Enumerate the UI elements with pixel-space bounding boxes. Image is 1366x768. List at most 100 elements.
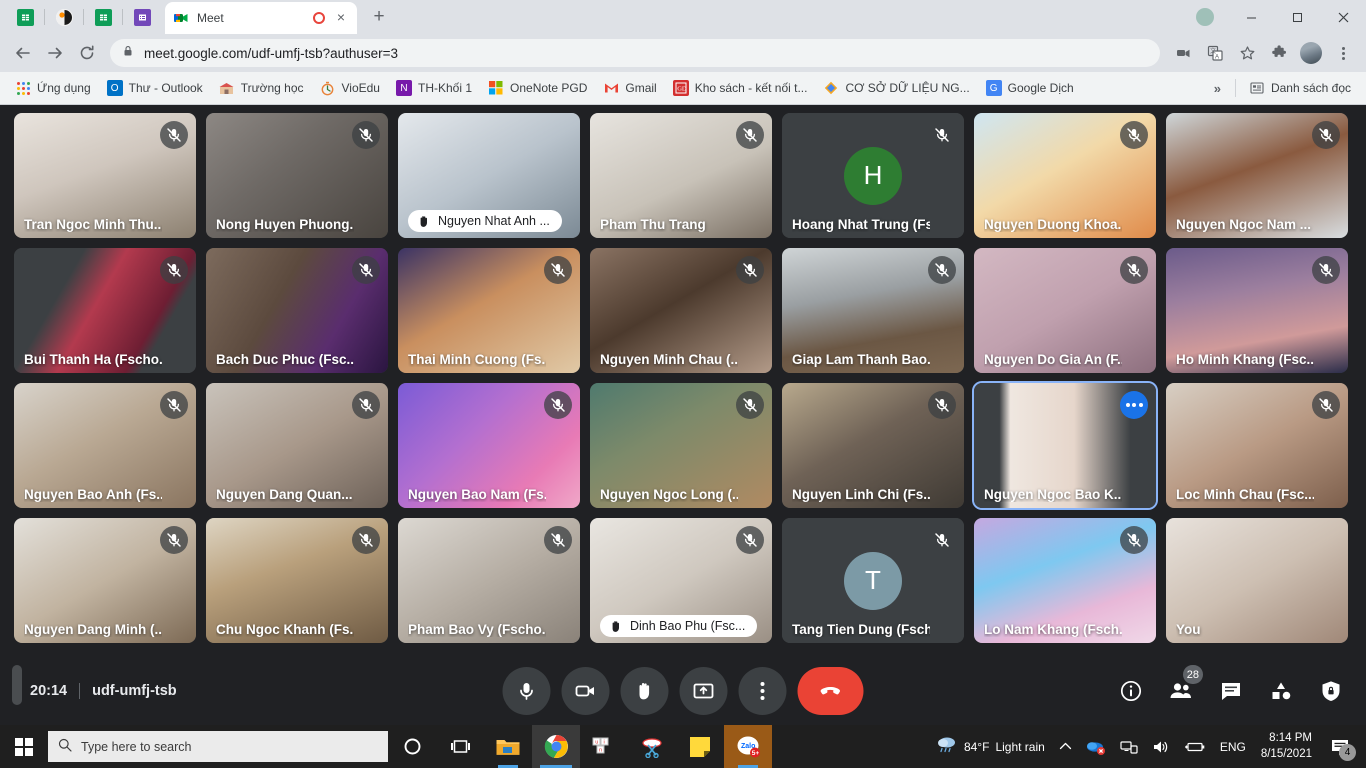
present-screen-button[interactable] — [679, 667, 728, 715]
participant-tile[interactable]: Pham Bao Vy (Fscho... — [398, 518, 580, 643]
participant-tile[interactable]: Nguyen Ngoc Nam ... — [1166, 113, 1348, 238]
back-icon[interactable] — [8, 38, 38, 68]
participant-tile[interactable]: Nguyen Ngoc Bao K... — [972, 381, 1158, 510]
participant-tile[interactable]: Nguyen Bao Anh (Fs... — [14, 383, 196, 508]
new-tab-button[interactable]: + — [365, 3, 393, 31]
taskbar-unikey[interactable]: uin — [580, 725, 628, 768]
tile-more-options-button[interactable] — [1120, 391, 1148, 419]
bookmark-onenote-pgd[interactable]: OneNote PGD — [481, 77, 594, 99]
participant-tile[interactable]: Chu Ngoc Khanh (Fs... — [206, 518, 388, 643]
close-window-button[interactable] — [1320, 1, 1366, 33]
participant-tile[interactable]: T Tang Tien Dung (Fsch... — [782, 518, 964, 643]
battery-icon[interactable] — [1177, 725, 1213, 768]
language-indicator[interactable]: ENG — [1213, 725, 1253, 768]
bookmark-co-so-du-lieu[interactable]: CƠ SỞ DỮ LIỆU NG... — [816, 77, 976, 99]
bookmark-outlook[interactable]: O Thư - Outlook — [100, 77, 210, 99]
reading-list-button[interactable]: Danh sách đọc — [1242, 77, 1358, 99]
muted-mic-icon — [1312, 121, 1340, 149]
translate-icon[interactable]: 文A — [1200, 38, 1230, 68]
participant-tile[interactable]: Pham Thu Trang — [590, 113, 772, 238]
bookmark-star-icon[interactable] — [1232, 38, 1262, 68]
address-bar[interactable]: meet.google.com/udf-umfj-tsb?authuser=3 — [110, 39, 1160, 67]
onedrive-error-icon[interactable] — [1079, 725, 1113, 768]
more-options-button[interactable] — [738, 667, 787, 715]
reload-icon[interactable] — [72, 38, 102, 68]
taskbar-google-chrome[interactable] — [532, 725, 580, 768]
cortana-icon[interactable] — [388, 725, 436, 768]
participant-tile[interactable]: Nguyen Ngoc Long (... — [590, 383, 772, 508]
participant-tile[interactable]: Lo Nam Khang (Fsch... — [974, 518, 1156, 643]
media-cast-icon[interactable] — [1168, 38, 1198, 68]
volume-icon[interactable] — [1145, 725, 1177, 768]
bookmark-kho-sach[interactable]: GD Kho sách - kết nối t... — [666, 77, 815, 99]
participant-tile[interactable]: Nguyen Dang Quan... — [206, 383, 388, 508]
participant-tile[interactable]: Nguyen Bao Nam (Fs... — [398, 383, 580, 508]
forms-icon[interactable] — [123, 0, 161, 34]
taskbar-file-explorer[interactable] — [484, 725, 532, 768]
bookmark-google-dich[interactable]: G Google Dịch — [979, 77, 1081, 99]
taskbar-snipping-tool[interactable] — [628, 725, 676, 768]
participant-tile[interactable]: Ho Minh Khang (Fsc... — [1166, 248, 1348, 373]
profile-avatar[interactable] — [1296, 38, 1326, 68]
start-button[interactable] — [0, 725, 48, 768]
bookmark-th-khoi-1[interactable]: N TH-Khối 1 — [389, 77, 479, 99]
bookmark-gmail[interactable]: Gmail — [596, 77, 663, 99]
tray-overflow-button[interactable] — [1052, 725, 1079, 768]
participant-tile[interactable]: You — [1166, 518, 1348, 643]
bookmark-school[interactable]: Trường học — [212, 77, 311, 99]
participant-tile[interactable]: H Hoang Nhat Trung (Fs... — [782, 113, 964, 238]
microphone-button[interactable] — [502, 667, 551, 715]
muted-mic-icon — [160, 256, 188, 284]
participant-tile[interactable]: Giap Lam Thanh Bao... — [782, 248, 964, 373]
participant-tile[interactable]: Bach Duc Phuc (Fsc... — [206, 248, 388, 373]
muted-mic-icon — [160, 391, 188, 419]
activities-button[interactable] — [1264, 674, 1298, 708]
network-icon[interactable] — [1113, 725, 1145, 768]
participant-tile[interactable]: Tran Ngoc Minh Thu... — [14, 113, 196, 238]
notification-center-button[interactable]: 4 — [1320, 725, 1360, 768]
weather-widget[interactable]: 84°F Light rain — [929, 725, 1052, 768]
muted-mic-icon — [1312, 256, 1340, 284]
participant-tile[interactable]: Bui Thanh Ha (Fscho... — [14, 248, 196, 373]
scrollbar-thumb[interactable] — [12, 665, 22, 705]
raise-hand-button[interactable] — [620, 667, 669, 715]
taskbar-zalo[interactable]: Zalo 5+ — [724, 725, 772, 768]
clock[interactable]: 8:14 PM 8/15/2021 — [1253, 731, 1320, 762]
task-view-icon[interactable] — [436, 725, 484, 768]
extensions-puzzle-icon[interactable] — [1264, 38, 1294, 68]
participant-tile[interactable]: Nguyen Duong Khoa... — [974, 113, 1156, 238]
maximize-button[interactable] — [1274, 1, 1320, 33]
bookmarks-overflow-button[interactable]: » — [1206, 81, 1229, 96]
bookmark-apps[interactable]: Ứng dụng — [8, 77, 98, 99]
participant-tile[interactable]: Dinh Bao Phu (Fsc... — [590, 518, 772, 643]
sheets-icon-2[interactable] — [84, 0, 122, 34]
minimize-button[interactable] — [1228, 1, 1274, 33]
bookmark-vioedu[interactable]: VioEdu — [313, 77, 387, 99]
participant-tile[interactable]: Thai Minh Cuong (Fs... — [398, 248, 580, 373]
show-everyone-button[interactable]: 28 — [1164, 665, 1203, 708]
muted-mic-icon — [736, 526, 764, 554]
participant-tile[interactable]: Loc Minh Chau (Fsc... — [1166, 383, 1348, 508]
forward-icon[interactable] — [40, 38, 70, 68]
participant-tile[interactable]: Nguyen Linh Chi (Fs... — [782, 383, 964, 508]
chrome-menu-icon[interactable] — [1328, 38, 1358, 68]
participant-tile[interactable]: Nguyen Nhat Anh ... — [398, 113, 580, 238]
taskbar-sticky-notes[interactable] — [676, 725, 724, 768]
camera-button[interactable] — [561, 667, 610, 715]
browser-tab-meet[interactable]: Meet × — [165, 2, 357, 34]
google-meet-app: Tran Ngoc Minh Thu... Nong Huyen Phuong..… — [0, 105, 1366, 725]
chrome-update-dot[interactable] — [1182, 1, 1228, 33]
vlc-icon[interactable] — [45, 0, 83, 34]
participant-tile[interactable]: Nong Huyen Phuong... — [206, 113, 388, 238]
chat-button[interactable] — [1214, 674, 1248, 708]
participant-tile[interactable]: Nguyen Do Gia An (F... — [974, 248, 1156, 373]
host-controls-button[interactable] — [1314, 674, 1348, 708]
meeting-details-button[interactable] — [1114, 674, 1148, 708]
sheets-icon[interactable] — [6, 0, 44, 34]
search-input[interactable]: Type here to search — [48, 731, 388, 762]
close-icon[interactable]: × — [333, 10, 349, 26]
participant-tile[interactable]: Nguyen Minh Chau (... — [590, 248, 772, 373]
leave-call-button[interactable] — [797, 667, 864, 715]
participant-tile[interactable]: Nguyen Dang Minh (... — [14, 518, 196, 643]
participant-count-badge: 28 — [1182, 665, 1203, 684]
